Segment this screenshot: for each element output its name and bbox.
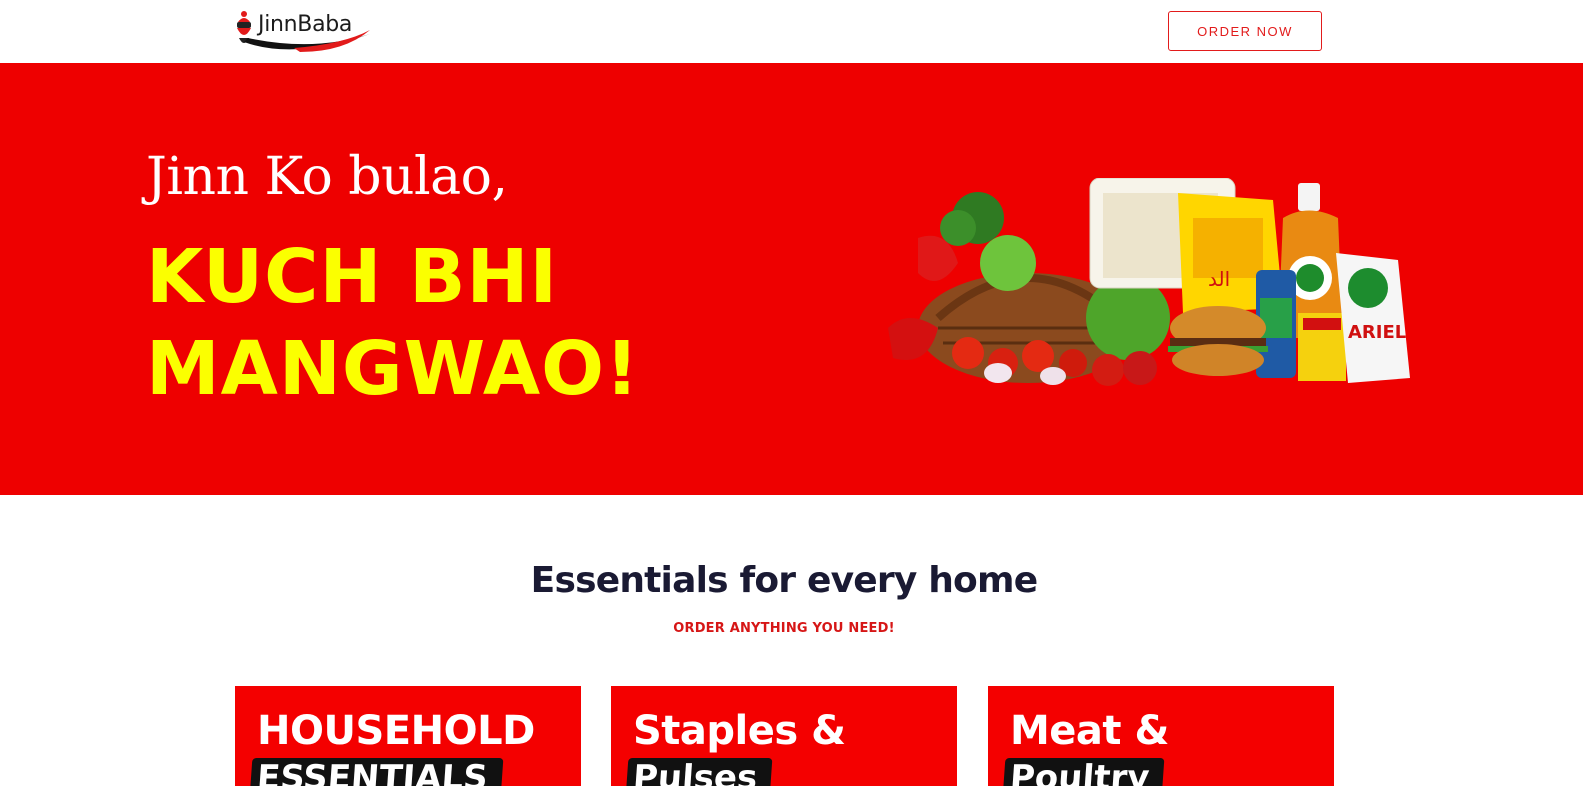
card-title-line-1: Staples & (633, 708, 846, 754)
card-title-line-1: Meat & (1010, 708, 1169, 754)
category-card-meat[interactable]: Meat & Poultry (988, 686, 1334, 786)
category-card-staples[interactable]: Staples & Pulses (611, 686, 957, 786)
logo[interactable]: JinnBaba (234, 8, 374, 54)
site-header: JinnBaba ORDER NOW (0, 0, 1583, 63)
hero-headline-line-2: MANGWAO! (146, 326, 640, 412)
hero-headline-line-1: KUCH BHI (146, 234, 559, 320)
hero-tagline: Jinn Ko bulao, (146, 147, 508, 207)
logo-text: JinnBaba (258, 12, 353, 37)
category-card-household[interactable]: HOUSEHOLD ESSENTIALS (235, 686, 581, 786)
section-subtitle: ORDER ANYTHING YOU NEED! (673, 621, 895, 636)
card-title-line-2: ESSENTIALS (249, 758, 504, 786)
card-title-line-2: Pulses (625, 758, 773, 786)
svg-text:الد: الد (1208, 267, 1230, 291)
card-title-line-2: Poultry (1002, 758, 1165, 786)
hero-banner: Jinn Ko bulao, KUCH BHI MANGWAO! الد ARI… (0, 63, 1583, 495)
grocery-products-image: الد ARIEL (888, 178, 1410, 386)
card-title-line-1: HOUSEHOLD (257, 708, 535, 754)
svg-text:ARIEL: ARIEL (1348, 322, 1406, 343)
order-now-button[interactable]: ORDER NOW (1168, 11, 1322, 51)
hero-headline: KUCH BHI MANGWAO! (146, 231, 640, 415)
section-title: Essentials for every home (530, 560, 1038, 601)
